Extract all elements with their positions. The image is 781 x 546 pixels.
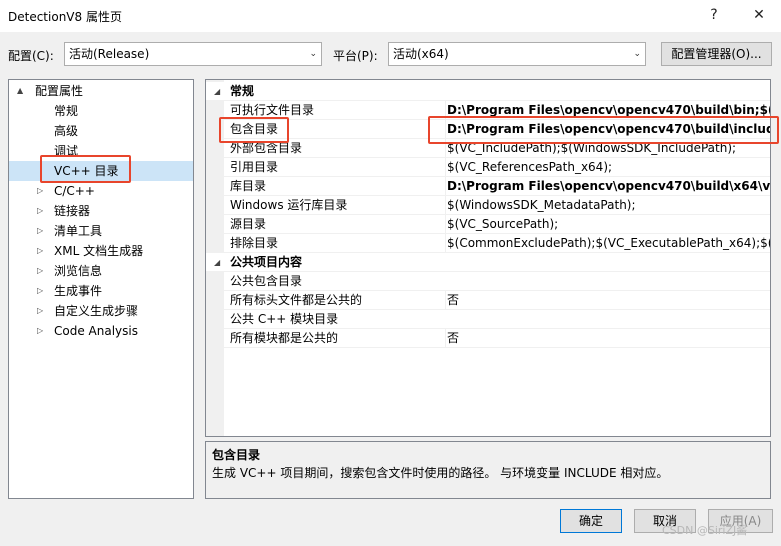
tree-item-label: XML 文档生成器	[54, 244, 144, 258]
collapse-icon[interactable]: ▲	[17, 81, 23, 101]
tree-item-label: 链接器	[54, 204, 91, 218]
property-name: Windows 运行库目录	[230, 198, 348, 212]
grid-category-public-content[interactable]: ◢ 公共项目内容	[206, 253, 770, 272]
grid-row-exclude-dirs[interactable]: 排除目录 $(CommonExcludePath);$(VC_Executabl…	[206, 234, 770, 253]
tree-item-manifest-tool[interactable]: ▷ 清单工具	[9, 221, 193, 241]
category-label: 常规	[230, 84, 255, 98]
collapse-icon[interactable]: ◢	[214, 253, 220, 272]
tree-item-build-events[interactable]: ▷ 生成事件	[9, 281, 193, 301]
tree-item-browse-info[interactable]: ▷ 浏览信息	[9, 261, 193, 281]
description-title: 包含目录	[212, 448, 261, 462]
watermark: CSDN @SiriZJ酱	[662, 524, 748, 537]
platform-combo[interactable]: 活动(x64) ⌄	[388, 42, 646, 66]
config-label: 配置(C):	[8, 49, 54, 63]
tree-item-general[interactable]: 常规	[9, 101, 193, 121]
config-combo[interactable]: 活动(Release) ⌄	[64, 42, 322, 66]
grid-row-reference-dirs[interactable]: 引用目录 $(VC_ReferencesPath_x64);	[206, 158, 770, 177]
grid-row-public-cpp-module-dirs[interactable]: 公共 C++ 模块目录	[206, 310, 770, 329]
tree-item-xml-doc-generator[interactable]: ▷ XML 文档生成器	[9, 241, 193, 261]
property-name: 公共 C++ 模块目录	[230, 312, 339, 326]
description-panel: 包含目录 生成 VC++ 项目期间，搜索包含文件时使用的路径。 与环境变量 IN…	[205, 441, 771, 499]
property-name: 所有模块都是公共的	[230, 331, 339, 345]
help-button[interactable]: ?	[700, 4, 728, 26]
annotation-highlight-include-value	[428, 116, 779, 144]
tree-item-config-properties[interactable]: ▲ 配置属性	[9, 81, 193, 101]
close-button[interactable]: ✕	[745, 4, 773, 26]
tree-item-label: 清单工具	[54, 224, 103, 238]
expand-icon[interactable]: ▷	[37, 181, 43, 201]
grid-row-all-headers-public[interactable]: 所有标头文件都是公共的 否	[206, 291, 770, 310]
grid-row-source-dirs[interactable]: 源目录 $(VC_SourcePath);	[206, 215, 770, 234]
tree-item-label: C/C++	[54, 184, 95, 198]
grid-row-library-dirs[interactable]: 库目录 D:\Program Files\opencv\opencv470\bu…	[206, 177, 770, 196]
tree-item-label: 浏览信息	[54, 264, 103, 278]
collapse-icon[interactable]: ◢	[214, 82, 220, 101]
property-name: 公共包含目录	[230, 274, 303, 288]
tree-item-advanced[interactable]: 高级	[9, 121, 193, 141]
expand-icon[interactable]: ▷	[37, 201, 43, 221]
window-title: DetectionV8 属性页	[8, 10, 122, 24]
property-value[interactable]: $(CommonExcludePath);$(VC_ExecutablePath…	[445, 234, 770, 253]
property-name: 排除目录	[230, 236, 279, 250]
title-bar: DetectionV8 属性页 ? ✕	[0, 0, 781, 32]
platform-label: 平台(P):	[333, 49, 378, 63]
property-value[interactable]: D:\Program Files\opencv\opencv470\build\…	[445, 177, 770, 196]
property-value[interactable]: 否	[445, 291, 770, 310]
property-name: 库目录	[230, 179, 267, 193]
tree-item-linker[interactable]: ▷ 链接器	[9, 201, 193, 221]
property-value[interactable]: $(WindowsSDK_MetadataPath);	[445, 196, 770, 215]
grid-row-all-modules-public[interactable]: 所有模块都是公共的 否	[206, 329, 770, 348]
tree-item-label: 高级	[54, 124, 79, 138]
description-text: 生成 VC++ 项目期间，搜索包含文件时使用的路径。 与环境变量 INCLUDE…	[212, 466, 669, 480]
property-tree[interactable]: ▲ 配置属性 常规 高级 调试 VC++ 目录 ▷ C/C++ ▷ 链接器 ▷ …	[8, 79, 194, 499]
expand-icon[interactable]: ▷	[37, 221, 43, 241]
tree-item-label: 生成事件	[54, 284, 103, 298]
tree-item-c-cpp[interactable]: ▷ C/C++	[9, 181, 193, 201]
category-label: 公共项目内容	[230, 255, 303, 269]
property-value[interactable]: 否	[445, 329, 770, 348]
tree-item-code-analysis[interactable]: ▷ Code Analysis	[9, 321, 193, 341]
platform-value: 活动(x64)	[393, 47, 449, 61]
tree-item-label: 自定义生成步骤	[54, 304, 139, 318]
property-name: 源目录	[230, 217, 267, 231]
tree-item-label: Code Analysis	[54, 324, 138, 338]
chevron-down-icon: ⌄	[309, 49, 317, 59]
tree-item-label: 常规	[54, 104, 79, 118]
expand-icon[interactable]: ▷	[37, 301, 43, 321]
expand-icon[interactable]: ▷	[37, 261, 43, 281]
expand-icon[interactable]: ▷	[37, 321, 43, 341]
property-value[interactable]: $(VC_SourcePath);	[445, 215, 770, 234]
config-manager-button[interactable]: 配置管理器(O)...	[661, 42, 772, 66]
chevron-down-icon: ⌄	[633, 49, 641, 59]
expand-icon[interactable]: ▷	[37, 281, 43, 301]
property-value[interactable]: $(VC_ReferencesPath_x64);	[445, 158, 770, 177]
expand-icon[interactable]: ▷	[37, 241, 43, 261]
config-value: 活动(Release)	[69, 47, 150, 61]
tree-item-custom-build-step[interactable]: ▷ 自定义生成步骤	[9, 301, 193, 321]
grid-row-winrt-library-dirs[interactable]: Windows 运行库目录 $(WindowsSDK_MetadataPath)…	[206, 196, 770, 215]
grid-category-general[interactable]: ◢ 常规	[206, 82, 770, 101]
property-name: 引用目录	[230, 160, 279, 174]
annotation-highlight-tree	[40, 155, 131, 183]
ok-button[interactable]: 确定	[560, 509, 622, 533]
annotation-highlight-include-name	[219, 117, 289, 143]
grid-row-public-include-dirs[interactable]: 公共包含目录	[206, 272, 770, 291]
tree-item-label: 配置属性	[35, 84, 84, 98]
property-name: 所有标头文件都是公共的	[230, 293, 363, 307]
